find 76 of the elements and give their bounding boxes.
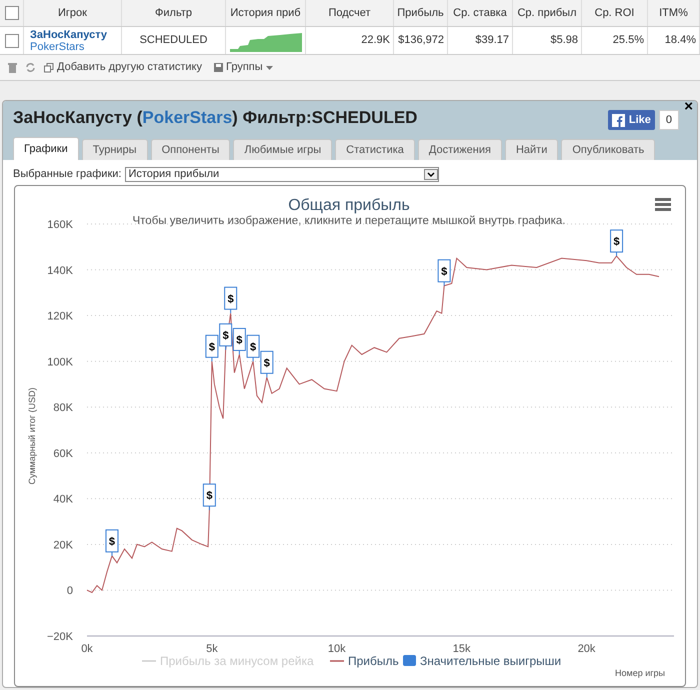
y-tick-label: 100K xyxy=(47,356,73,368)
menu-icon[interactable] xyxy=(655,198,671,210)
tab[interactable]: Турниры xyxy=(82,139,148,160)
x-tick-label: 0k xyxy=(81,642,93,654)
refresh-icon[interactable] xyxy=(25,62,36,73)
x-tick-label: 10k xyxy=(328,642,346,654)
checkbox[interactable] xyxy=(4,6,18,20)
y-tick-label: 60K xyxy=(53,447,73,460)
chart-select[interactable]: История прибыли xyxy=(125,166,440,182)
checkbox[interactable] xyxy=(4,34,18,48)
tab[interactable]: Графики xyxy=(13,137,79,160)
y-tick-label: 80K xyxy=(53,402,73,414)
annotation: $ xyxy=(228,292,234,305)
table-cell-text: 18.4% xyxy=(664,33,696,48)
player-link[interactable]: ЗаНосКапусту xyxy=(30,28,121,40)
legend-label: Прибыль xyxy=(348,654,399,668)
trash-icon[interactable] xyxy=(8,62,17,73)
caret-icon xyxy=(424,168,438,180)
tab[interactable]: Оппоненты xyxy=(150,139,230,160)
x-tick-label: 5k xyxy=(206,642,218,654)
tab[interactable]: Любимые игры xyxy=(233,139,332,160)
caret-icon xyxy=(266,66,273,70)
column-header[interactable]: Ср. ROI xyxy=(594,4,634,22)
table-cell-text: $136,972 xyxy=(398,33,444,48)
table-cell-text: $5.98 xyxy=(550,33,578,48)
tab[interactable]: Опубликовать xyxy=(561,139,656,160)
tab[interactable]: Достижения xyxy=(418,139,502,160)
groups-button[interactable]: Группы xyxy=(214,59,273,76)
annotation: $ xyxy=(236,334,242,346)
x-axis-title: Номер игры xyxy=(615,668,665,678)
chart-subtitle: Чтобы увеличить изображение, кликните и перетащите мышкой внутрь графика. xyxy=(132,214,566,226)
tab[interactable]: Найти xyxy=(504,139,558,160)
y-tick-label: 0 xyxy=(66,584,73,597)
annotation: $ xyxy=(613,236,620,248)
site-link[interactable]: PokerStars xyxy=(30,40,121,52)
column-header[interactable]: Ср. ставка xyxy=(453,4,507,22)
column-header[interactable]: История приб xyxy=(230,4,301,22)
column-header[interactable]: Прибыль xyxy=(397,4,444,22)
add-stat-button[interactable]: Добавить другую статистику xyxy=(44,59,202,76)
annotation: $ xyxy=(208,340,215,353)
save-icon xyxy=(214,63,223,72)
close-button[interactable]: × xyxy=(684,101,693,113)
legend-item[interactable]: Прибыль xyxy=(330,654,399,668)
like-count: 0 xyxy=(658,110,679,130)
table-cell-text: $39.17 xyxy=(475,33,509,48)
annotation: $ xyxy=(264,356,270,369)
y-tick-label: 20K xyxy=(53,538,73,551)
table-cell-text: 25.5% xyxy=(612,33,644,48)
facebook-icon xyxy=(612,114,625,126)
y-tick-label: 160K xyxy=(47,218,73,230)
select-label: Выбранные графики: xyxy=(13,167,122,182)
y-tick-label: −20K xyxy=(47,630,73,642)
x-tick-label: 15k xyxy=(452,642,471,654)
column-header[interactable]: Фильтр xyxy=(155,4,192,22)
chart-title: Общая прибыль xyxy=(288,196,410,214)
column-header[interactable]: Подсчет xyxy=(328,4,371,22)
annotation: $ xyxy=(222,329,229,342)
legend-item[interactable]: Значительные выигрыши xyxy=(403,654,562,668)
y-axis-title: Суммарный итог (USD) xyxy=(27,386,37,484)
annotation: $ xyxy=(250,340,256,353)
x-tick-label: 20k xyxy=(578,642,596,654)
y-tick-label: 40K xyxy=(53,493,73,506)
y-tick-label: 140K xyxy=(47,264,73,276)
annotation: $ xyxy=(441,265,448,278)
panel-title: ЗаНосКапусту (PokerStars) Фильтр:SCHEDULED xyxy=(13,107,418,130)
column-header[interactable]: ITM% xyxy=(659,4,688,22)
column-header[interactable]: Игрок xyxy=(58,4,87,22)
column-header[interactable]: Ср. прибыл xyxy=(517,4,577,22)
annotation: $ xyxy=(206,490,212,502)
y-tick-label: 120K xyxy=(47,310,73,322)
table-cell-text: SCHEDULED xyxy=(140,33,208,48)
like-button[interactable]: Like xyxy=(608,110,655,130)
annotation: $ xyxy=(108,535,116,548)
copy-icon xyxy=(44,62,54,72)
table-cell-text: 22.9K xyxy=(361,33,390,48)
tab[interactable]: Статистика xyxy=(335,139,415,160)
